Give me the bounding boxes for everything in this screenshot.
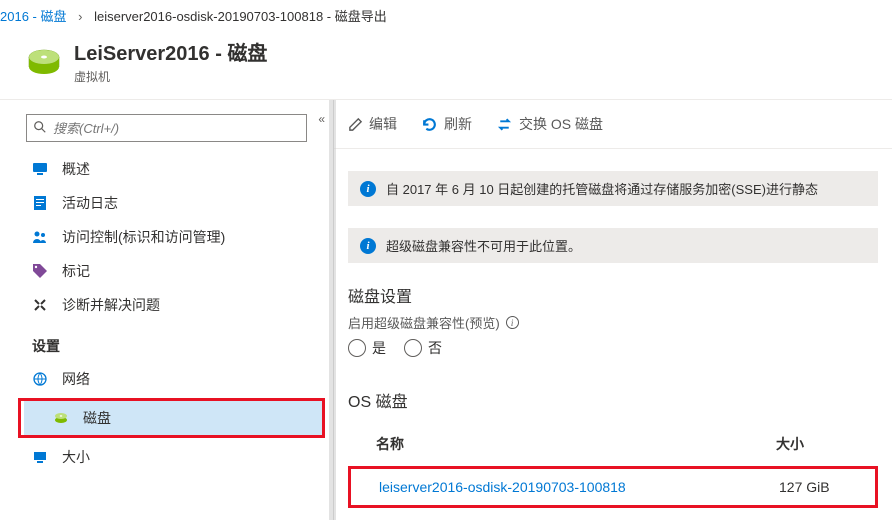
tools-icon (32, 297, 48, 313)
search-icon (27, 120, 53, 137)
disk-size: 127 GiB (779, 479, 830, 495)
section-disk-settings: 磁盘设置 (334, 263, 892, 313)
tag-icon (32, 263, 48, 279)
search-box[interactable] (26, 114, 307, 142)
disk-icon (26, 43, 62, 79)
ultra-disk-label: 启用超级磁盘兼容性(预览) i (334, 313, 892, 332)
info-bar-ultra: i 超级磁盘兼容性不可用于此位置。 (348, 228, 878, 263)
radio-yes[interactable]: 是 (348, 338, 386, 358)
swap-button[interactable]: 交换 OS 磁盘 (496, 114, 603, 134)
pencil-icon (348, 117, 363, 132)
table-row: leiserver2016-osdisk-20190703-100818 127… (353, 471, 873, 503)
sidebar-item-activity[interactable]: 活动日志 (0, 186, 333, 220)
size-icon (32, 449, 48, 465)
page-title: LeiServer2016 - 磁盘 (74, 37, 267, 66)
col-name: 名称 (376, 434, 776, 454)
info-icon: i (360, 181, 376, 197)
radio-no[interactable]: 否 (404, 338, 442, 358)
sidebar-item-diagnose[interactable]: 诊断并解决问题 (0, 288, 333, 322)
search-input[interactable] (53, 121, 306, 136)
highlight-box: leiserver2016-osdisk-20190703-100818 127… (348, 466, 878, 508)
page-header: LeiServer2016 - 磁盘 虚拟机 (0, 31, 892, 99)
main-pane: 编辑 刷新 交换 OS 磁盘 i 自 2017 年 6 月 10 日起创建的托管… (334, 100, 892, 520)
collapse-icon[interactable]: « (318, 112, 325, 126)
refresh-button[interactable]: 刷新 (421, 114, 472, 134)
sidebar-item-iam[interactable]: 访问控制(标识和访问管理) (0, 220, 333, 254)
sidebar-item-network[interactable]: 网络 (0, 362, 333, 396)
sidebar-item-label: 诊断并解决问题 (62, 295, 160, 315)
info-icon: i (360, 238, 376, 254)
sidebar-item-label: 标记 (62, 261, 90, 281)
log-icon (32, 195, 48, 211)
toolbar: 编辑 刷新 交换 OS 磁盘 (334, 100, 892, 149)
col-size: 大小 (776, 434, 804, 454)
table-header: 名称 大小 (348, 424, 878, 464)
breadcrumb-current: leiserver2016-osdisk-20190703-100818 - 磁… (94, 9, 387, 24)
sidebar-item-disks[interactable]: 磁盘 (21, 401, 322, 435)
info-bar-sse: i 自 2017 年 6 月 10 日起创建的托管磁盘将通过存储服务加密(SSE… (348, 171, 878, 206)
highlight-box: 磁盘 (18, 398, 325, 438)
sidebar-item-label: 磁盘 (83, 408, 111, 428)
sidebar-item-label: 概述 (62, 159, 90, 179)
sidebar-item-label: 大小 (62, 447, 90, 467)
sidebar-item-label: 访问控制(标识和访问管理) (62, 227, 225, 247)
disk-name-link[interactable]: leiserver2016-osdisk-20190703-100818 (379, 479, 779, 495)
sidebar-item-tags[interactable]: 标记 (0, 254, 333, 288)
section-os-disk: OS 磁盘 (334, 368, 892, 418)
breadcrumb-link[interactable]: 2016 - 磁盘 (0, 9, 66, 24)
refresh-icon (421, 116, 438, 133)
sidebar-item-label: 网络 (62, 369, 90, 389)
disks-icon (53, 410, 69, 426)
info-help-icon[interactable]: i (506, 316, 519, 329)
chevron-right-icon: › (70, 9, 90, 24)
sidebar: « 概述 活动日志 访问控制(标识和访问管理) 标记 诊断并解决问题 设置 (0, 100, 334, 520)
breadcrumb: 2016 - 磁盘 › leiserver2016-osdisk-2019070… (0, 0, 892, 31)
ultra-radio-group: 是 否 (334, 332, 892, 368)
sidebar-item-label: 活动日志 (62, 193, 118, 213)
page-subtitle: 虚拟机 (74, 68, 267, 85)
edit-button[interactable]: 编辑 (348, 114, 397, 134)
sidebar-item-overview[interactable]: 概述 (0, 152, 333, 186)
sidebar-item-size[interactable]: 大小 (0, 440, 333, 474)
people-icon (32, 229, 48, 245)
monitor-icon (32, 161, 48, 177)
network-icon (32, 371, 48, 387)
scrollbar-shadow (329, 100, 336, 520)
swap-icon (496, 116, 513, 133)
sidebar-group-settings: 设置 (0, 322, 333, 362)
